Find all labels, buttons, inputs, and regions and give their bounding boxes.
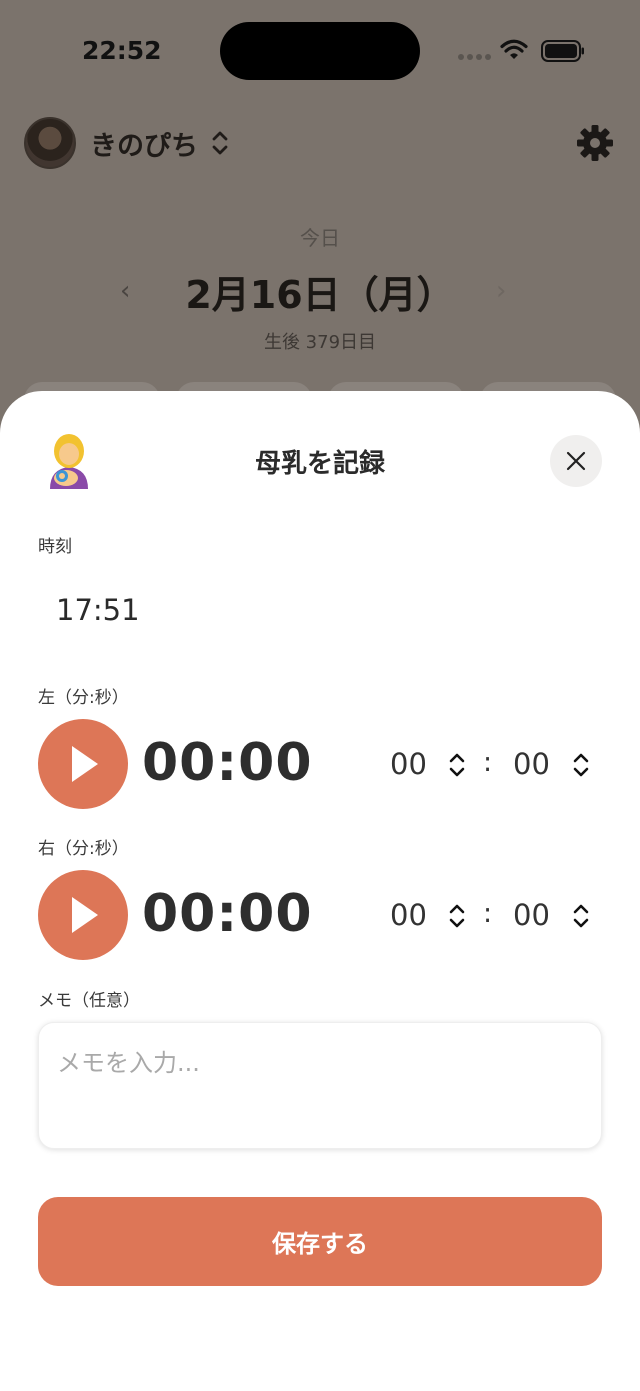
left-picker-colon: :: [483, 747, 493, 778]
right-timer-label: 右（分:秒）: [38, 839, 129, 859]
sheet-title: 母乳を記録: [254, 449, 385, 479]
time-picker[interactable]: 17:51: [56, 593, 140, 627]
right-duration-picker: 00 : 00: [388, 894, 598, 936]
left-minutes-value[interactable]: 00: [390, 747, 427, 781]
memo-box: [38, 1022, 602, 1149]
profile-switcher[interactable]: きのぴち: [24, 116, 230, 170]
right-timer-display: 00:00: [142, 884, 313, 944]
right-seconds-stepper-icon[interactable]: [572, 902, 590, 930]
status-bar: 22:52: [0, 0, 640, 100]
gear-icon[interactable]: [576, 124, 614, 162]
right-picker-colon: :: [483, 898, 493, 929]
right-seconds-value[interactable]: 00: [513, 898, 550, 932]
date-title: 2月16日（月）: [185, 273, 455, 317]
save-button[interactable]: 保存する: [38, 1197, 602, 1286]
dynamic-island: [220, 22, 420, 80]
status-time: 22:52: [82, 36, 162, 65]
left-timer-label: 左（分:秒）: [38, 688, 129, 708]
right-timer-row: 00:00 00 : 00: [38, 870, 602, 960]
cellular-signal-icon: [458, 54, 492, 62]
play-icon: [72, 897, 98, 933]
left-duration-picker: 00 : 00: [388, 743, 598, 785]
battery-icon: [541, 40, 584, 62]
memo-label: メモ（任意）: [38, 991, 140, 1011]
left-timer-display: 00:00: [142, 733, 313, 793]
wifi-icon: [500, 39, 528, 59]
profile-name: きのぴち: [90, 130, 198, 162]
chevron-updown-icon: [212, 131, 228, 155]
breastfeeding-sheet: 母乳を記録 時刻 17:51 左（分:秒） 00:00 00: 00 右（分:…: [0, 391, 640, 1391]
time-label: 時刻: [38, 537, 72, 557]
date-navigator: ‹ 2月16日（月） ›: [0, 262, 640, 322]
play-icon: [72, 746, 98, 782]
left-seconds-value[interactable]: 00: [513, 747, 550, 781]
left-seconds-stepper-icon[interactable]: [572, 751, 590, 779]
avatar: [24, 117, 76, 169]
left-play-button[interactable]: [38, 719, 128, 809]
right-play-button[interactable]: [38, 870, 128, 960]
left-timer-row: 00:00 00 : 00: [38, 719, 602, 809]
next-day-button[interactable]: ›: [496, 276, 506, 306]
close-icon: [566, 451, 586, 471]
close-button[interactable]: [550, 435, 602, 487]
screen: 22:52 きのぴち 今日 ‹ 2月16日（月） › 生後 379日目 母乳を記…: [0, 0, 640, 1391]
right-minutes-value[interactable]: 00: [390, 898, 427, 932]
age-label: 生後 379日目: [263, 332, 377, 353]
memo-input[interactable]: [57, 1043, 577, 1133]
today-label: 今日: [300, 226, 340, 250]
right-minutes-stepper-icon[interactable]: [448, 902, 466, 930]
left-minutes-stepper-icon[interactable]: [448, 751, 466, 779]
